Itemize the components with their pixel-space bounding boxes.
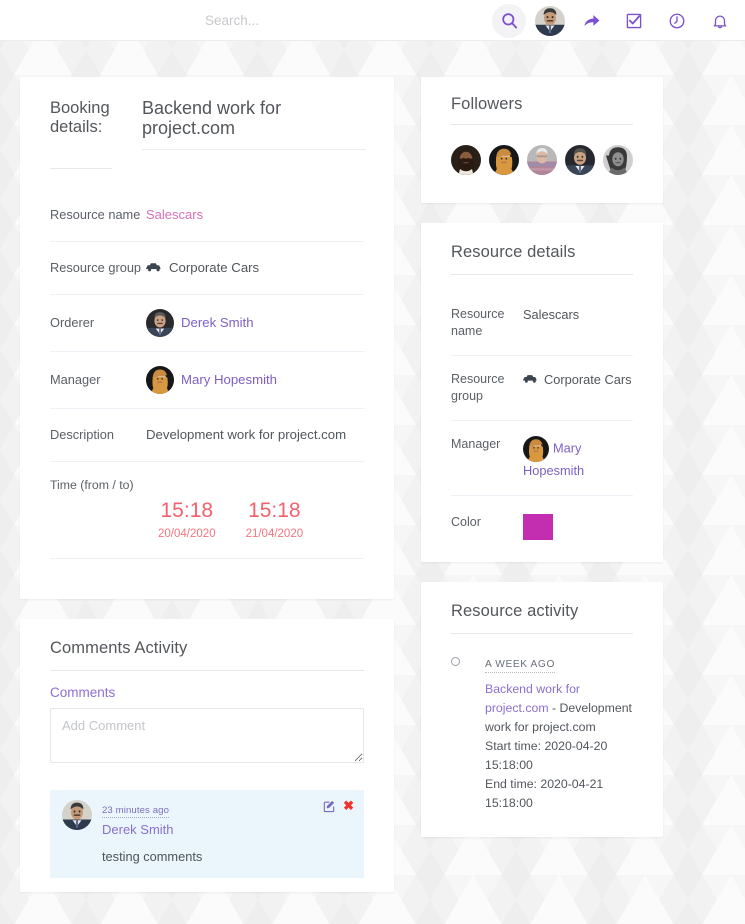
avatar xyxy=(523,435,549,462)
time-to-date: 21/04/2020 xyxy=(245,527,304,540)
resource-detail-row-group: Resource group Corporate Cars xyxy=(451,356,633,421)
resource-activity-card: Resource activity A WEEK AGO Backend wor… xyxy=(421,581,663,837)
booking-details-title: Booking details: xyxy=(50,99,110,137)
row-description: Description Development work for project… xyxy=(50,409,364,462)
car-icon xyxy=(146,261,162,274)
user-avatar[interactable] xyxy=(535,5,565,36)
resource-activity-title: Resource activity xyxy=(451,601,579,620)
resource-detail-row-color: Color xyxy=(451,496,633,562)
comments-activity-title: Comments Activity xyxy=(50,638,188,657)
resource-detail-row-manager: Manager Mary Hopesmith xyxy=(451,421,633,496)
followers-avatar-list xyxy=(421,125,663,203)
time-from-date: 20/04/2020 xyxy=(158,527,216,540)
header-icon-group xyxy=(492,0,737,41)
row-label: Resource group xyxy=(50,260,142,276)
share-arrow-icon[interactable] xyxy=(574,4,608,38)
add-comment-input[interactable] xyxy=(50,707,364,763)
resource-detail-row-name: Resource name Salescars xyxy=(451,291,633,356)
comments-activity-card: Comments Activity Comments Add Comment 2… xyxy=(20,618,394,892)
orderer-link[interactable]: Derek Smith xyxy=(181,315,254,330)
row-label: Resource name xyxy=(50,207,141,223)
comment-actions: ✖ xyxy=(322,799,354,813)
activity-text: Backend work for project.com - Developme… xyxy=(485,680,633,813)
comment-author-link[interactable]: Derek Smith xyxy=(102,822,352,837)
follower-avatar[interactable] xyxy=(603,145,633,175)
time-block: Time (from / to) 15:18 20/04/2020 15:18 … xyxy=(50,462,364,540)
follower-avatar[interactable] xyxy=(489,145,519,175)
edit-icon[interactable] xyxy=(322,799,336,813)
row-orderer: Orderer Derek Smith xyxy=(50,295,364,352)
left-column: Booking details: Backend work for projec… xyxy=(20,77,394,892)
row-value: Mary Hopesmith xyxy=(146,365,277,394)
search-input[interactable] xyxy=(203,12,433,29)
activity-timestamp: A WEEK AGO xyxy=(485,659,555,673)
resource-details-title: Resource details xyxy=(451,243,576,261)
activity-body: A WEEK AGO Backend work for project.com … xyxy=(485,654,633,813)
delete-icon[interactable]: ✖ xyxy=(343,799,354,812)
comment-list-item: 23 minutes ago Derek Smith testing comme… xyxy=(50,789,364,878)
row-label: Manager xyxy=(451,436,501,451)
booking-details-header: Booking details: Backend work for projec… xyxy=(20,77,394,150)
comment-body: 23 minutes ago Derek Smith testing comme… xyxy=(102,800,352,864)
row-label: Description xyxy=(50,427,115,443)
time-from: 15:18 20/04/2020 xyxy=(158,498,216,540)
search-icon[interactable] xyxy=(492,3,526,38)
time-from-hour: 15:18 xyxy=(160,498,214,522)
row-label: Orderer xyxy=(50,315,95,331)
timeline-bullet xyxy=(451,654,485,813)
comment-timestamp: 23 minutes ago xyxy=(102,804,170,818)
follower-avatar[interactable] xyxy=(565,145,595,175)
activity-list-item: A WEEK AGO Backend work for project.com … xyxy=(451,634,633,837)
booking-details-card: Booking details: Backend work for projec… xyxy=(20,77,394,599)
resource-name-link[interactable]: Salescars xyxy=(146,207,203,222)
comment-input-wrap xyxy=(20,707,394,768)
row-value: Salescars xyxy=(146,207,203,222)
avatar xyxy=(146,308,174,337)
time-to: 15:18 21/04/2020 xyxy=(246,498,304,540)
row-value: Mary Hopesmith xyxy=(523,435,633,480)
resource-details-card: Resource details Resource name Salescars… xyxy=(421,223,663,562)
followers-card: Followers xyxy=(421,77,663,203)
avatar xyxy=(62,799,92,830)
time-to-hour: 15:18 xyxy=(248,498,301,522)
row-value: Derek Smith xyxy=(146,308,254,337)
description-text: Development work for project.com xyxy=(146,427,347,443)
row-label: Resource group xyxy=(451,371,505,403)
booking-name: Backend work for project.com xyxy=(142,98,366,150)
row-value xyxy=(523,513,553,540)
comment-text: testing comments xyxy=(102,848,203,864)
row-manager: Manager Mary Hopesmith xyxy=(50,352,364,409)
top-header-bar xyxy=(0,0,745,41)
follower-avatar[interactable] xyxy=(451,145,481,175)
row-value: Corporate Cars xyxy=(523,371,631,405)
car-icon xyxy=(523,371,538,385)
resource-group-text: Corporate Cars xyxy=(544,371,632,387)
clock-icon[interactable] xyxy=(660,4,694,38)
resource-group-text: Corporate Cars xyxy=(169,260,260,276)
tasks-checkbox-icon[interactable] xyxy=(617,4,651,38)
activity-end-time: End time: 2020-04-21 15:18:00 xyxy=(485,776,604,810)
circle-outline-icon xyxy=(451,656,460,666)
row-resource-group: Resource group Corporate Cars xyxy=(50,242,364,295)
color-swatch xyxy=(523,513,553,540)
comments-section-label: Comments xyxy=(50,684,116,700)
avatar xyxy=(146,365,174,394)
follower-avatar[interactable] xyxy=(527,145,557,175)
activity-separator: - xyxy=(548,700,560,715)
time-values: 15:18 20/04/2020 15:18 21/04/2020 xyxy=(50,498,364,540)
manager-link[interactable]: Mary Hopesmith xyxy=(181,372,277,387)
row-value: Corporate Cars xyxy=(146,260,259,275)
activity-start-time: Start time: 2020-04-20 15:18:00 xyxy=(485,738,608,772)
bell-icon[interactable] xyxy=(703,4,737,38)
time-label: Time (from / to) xyxy=(50,477,134,492)
row-label: Resource name xyxy=(451,307,505,338)
followers-title: Followers xyxy=(451,95,523,113)
right-column: Followers Resource details Resource name… xyxy=(421,77,663,837)
row-label: Color xyxy=(451,514,481,529)
row-value: Salescars xyxy=(523,307,580,322)
row-label: Manager xyxy=(50,372,101,388)
row-resource-name: Resource name Salescars xyxy=(50,189,364,242)
search-container xyxy=(203,0,433,41)
